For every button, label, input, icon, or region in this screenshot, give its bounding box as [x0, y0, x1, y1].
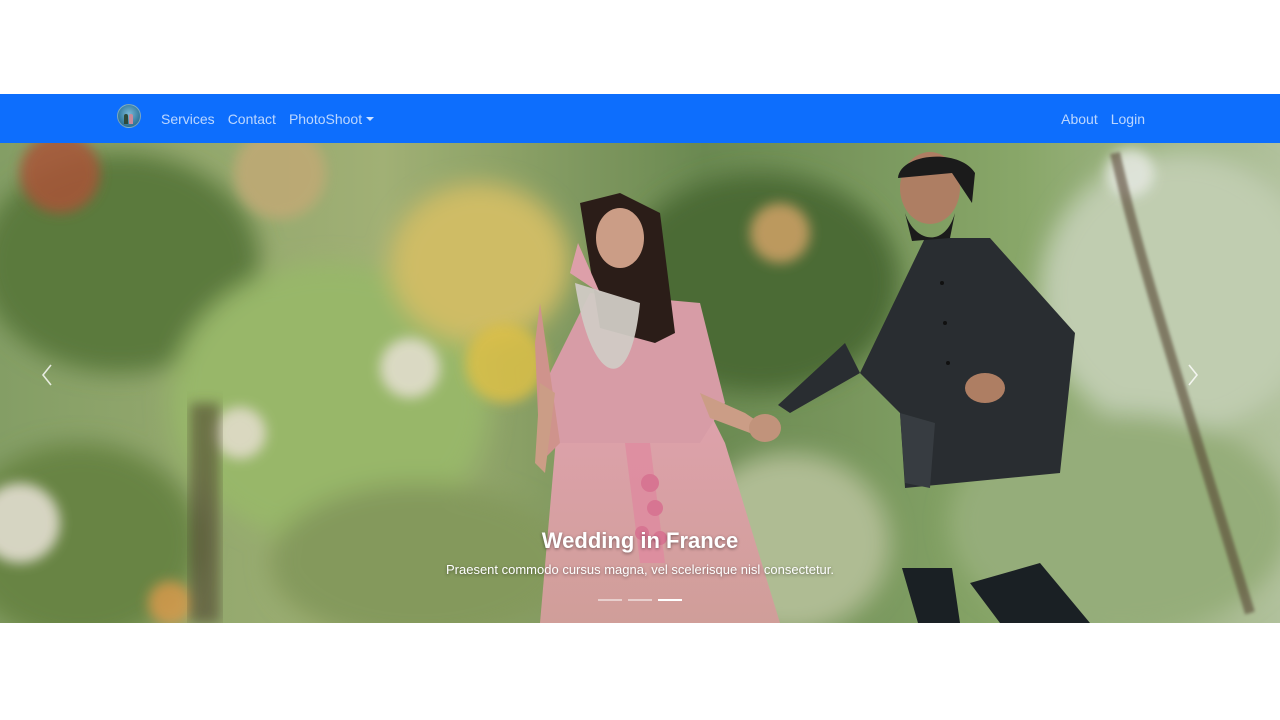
brand-logo-icon[interactable] — [117, 104, 141, 128]
carousel-indicators — [0, 599, 1280, 601]
nav-photoshoot-dropdown[interactable]: PhotoShoot — [288, 110, 375, 127]
nav-right-links: About Login — [1061, 94, 1145, 143]
nav-about-link[interactable]: About — [1061, 111, 1098, 127]
carousel-next-button[interactable] — [1186, 363, 1226, 403]
top-navbar: Services Contact PhotoShoot About Login — [0, 94, 1280, 143]
carousel-indicator-2[interactable] — [628, 599, 652, 601]
carousel-caption-title: Wedding in France — [541, 528, 739, 553]
carousel-indicator-3[interactable] — [658, 599, 682, 601]
nav-login-link[interactable]: Login — [1111, 111, 1145, 127]
carousel-caption-text: Praesent commodo cursus magna, vel scele… — [445, 562, 835, 577]
carousel-indicator-1[interactable] — [598, 599, 622, 601]
carousel-prev-button[interactable] — [40, 363, 80, 403]
nav-services-link[interactable]: Services — [161, 111, 215, 127]
nav-left-links: Services Contact PhotoShoot — [161, 94, 387, 143]
nav-contact-link[interactable]: Contact — [228, 111, 276, 127]
hero-carousel: Wedding in France Praesent commodo cursu… — [0, 143, 1280, 623]
chevron-left-icon — [41, 364, 52, 386]
chevron-right-icon — [1188, 364, 1199, 386]
caret-down-icon — [366, 116, 375, 121]
photoshoot-label: PhotoShoot — [288, 110, 363, 127]
